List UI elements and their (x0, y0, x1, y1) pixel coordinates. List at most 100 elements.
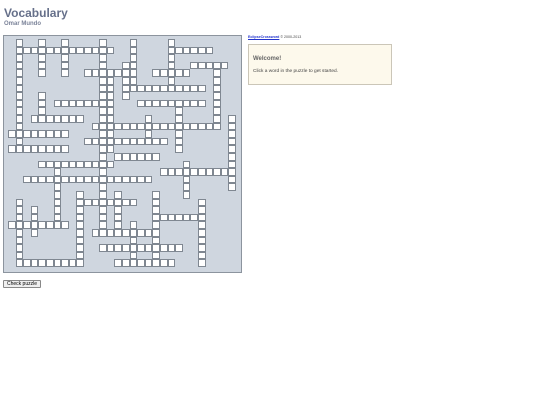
crossword-cell[interactable] (53, 206, 62, 214)
crossword-cell[interactable] (15, 84, 24, 93)
crossword-cell[interactable] (129, 236, 138, 245)
crossword-cell[interactable] (99, 77, 107, 85)
crossword-cell[interactable] (198, 61, 206, 70)
crossword-cell[interactable] (152, 137, 160, 146)
crossword-cell[interactable] (182, 175, 191, 184)
crossword-cell[interactable] (23, 221, 31, 229)
crossword-cell[interactable] (144, 259, 153, 267)
crossword-cell[interactable] (175, 213, 183, 222)
crossword-cell[interactable] (114, 229, 122, 237)
crossword-cell[interactable] (198, 46, 206, 55)
crossword-cell[interactable] (137, 99, 145, 108)
crossword-cell[interactable] (84, 69, 92, 77)
crossword-cell[interactable] (175, 107, 183, 115)
crossword-cell[interactable] (91, 69, 100, 77)
crossword-cell[interactable] (167, 54, 176, 62)
crossword-cell[interactable] (175, 145, 183, 153)
crossword-cell[interactable] (68, 160, 77, 169)
crossword-cell[interactable] (76, 221, 84, 229)
crossword-cell[interactable] (137, 244, 145, 252)
crossword-cell[interactable] (122, 175, 130, 184)
check-puzzle-button[interactable]: Check puzzle (3, 280, 42, 288)
crossword-cell[interactable] (106, 175, 115, 184)
crossword-cell[interactable] (152, 259, 160, 267)
crossword-cell[interactable] (198, 251, 206, 260)
crossword-cell[interactable] (228, 115, 236, 123)
crossword-cell[interactable] (213, 92, 221, 100)
crossword-cell[interactable] (160, 84, 168, 93)
crossword-cell[interactable] (152, 206, 160, 214)
crossword-cell[interactable] (182, 84, 191, 93)
crossword-cell[interactable] (213, 99, 221, 108)
crossword-cell[interactable] (114, 175, 122, 184)
crossword-cell[interactable] (114, 244, 122, 252)
crossword-cell[interactable] (137, 175, 145, 184)
crossword-cell[interactable] (198, 206, 206, 214)
crossword-cell[interactable] (30, 145, 39, 153)
crossword-cell[interactable] (15, 54, 24, 62)
crossword-cell[interactable] (213, 122, 221, 131)
crossword-cell[interactable] (106, 160, 115, 169)
crossword-cell[interactable] (15, 92, 24, 100)
crossword-cell[interactable] (61, 39, 69, 47)
crossword-cell[interactable] (114, 191, 122, 199)
crossword-cell[interactable] (167, 69, 176, 77)
crossword-cell[interactable] (137, 137, 145, 146)
crossword-cell[interactable] (99, 244, 107, 252)
crossword-cell[interactable] (167, 244, 176, 252)
crossword-cell[interactable] (15, 107, 24, 115)
crossword-cell[interactable] (198, 259, 206, 267)
crossword-cell[interactable] (213, 77, 221, 85)
crossword-cell[interactable] (129, 69, 138, 77)
crossword-cell[interactable] (198, 84, 206, 93)
crossword-cell[interactable] (175, 122, 183, 131)
crossword-cell[interactable] (99, 61, 107, 70)
crossword-cell[interactable] (99, 84, 107, 93)
crossword-cell[interactable] (114, 213, 122, 222)
crossword-cell[interactable] (38, 99, 46, 108)
crossword-cell[interactable] (99, 92, 107, 100)
crossword-cell[interactable] (122, 77, 130, 85)
crossword-cell[interactable] (99, 198, 107, 207)
crossword-cell[interactable] (15, 221, 24, 229)
crossword-cell[interactable] (129, 46, 138, 55)
crossword-cell[interactable] (137, 229, 145, 237)
crossword-cell[interactable] (122, 244, 130, 252)
crossword-cell[interactable] (205, 168, 214, 176)
crossword-cell[interactable] (91, 198, 100, 207)
crossword-cell[interactable] (53, 160, 62, 169)
crossword-cell[interactable] (152, 236, 160, 245)
crossword-cell[interactable] (61, 130, 69, 138)
crossword-cell[interactable] (198, 198, 206, 207)
crossword-cell[interactable] (198, 122, 206, 131)
crossword-cell[interactable] (129, 198, 138, 207)
crossword-cell[interactable] (38, 69, 46, 77)
crossword-cell[interactable] (68, 46, 77, 55)
crossword-cell[interactable] (30, 46, 39, 55)
crossword-cell[interactable] (91, 137, 100, 146)
crossword-cell[interactable] (53, 46, 62, 55)
crossword-cell[interactable] (53, 145, 62, 153)
crossword-cell[interactable] (122, 259, 130, 267)
crossword-cell[interactable] (46, 221, 54, 229)
crossword-cell[interactable] (46, 259, 54, 267)
crossword-cell[interactable] (144, 99, 153, 108)
crossword-cell[interactable] (30, 130, 39, 138)
crossword-cell[interactable] (129, 54, 138, 62)
crossword-cell[interactable] (182, 183, 191, 191)
crossword-cell[interactable] (76, 175, 84, 184)
crossword-cell[interactable] (152, 84, 160, 93)
crossword-cell[interactable] (198, 213, 206, 222)
crossword-cell[interactable] (30, 206, 39, 214)
crossword-cell[interactable] (91, 99, 100, 108)
crossword-cell[interactable] (68, 99, 77, 108)
crossword-cell[interactable] (144, 122, 153, 131)
crossword-cell[interactable] (15, 130, 24, 138)
crossword-cell[interactable] (122, 92, 130, 100)
crossword-cell[interactable] (106, 130, 115, 138)
eclipsecrossword-link[interactable]: EclipseCrossword (248, 35, 279, 39)
crossword-cell[interactable] (15, 251, 24, 260)
crossword-cell[interactable] (167, 77, 176, 85)
crossword-cell[interactable] (38, 259, 46, 267)
crossword-cell[interactable] (152, 153, 160, 161)
